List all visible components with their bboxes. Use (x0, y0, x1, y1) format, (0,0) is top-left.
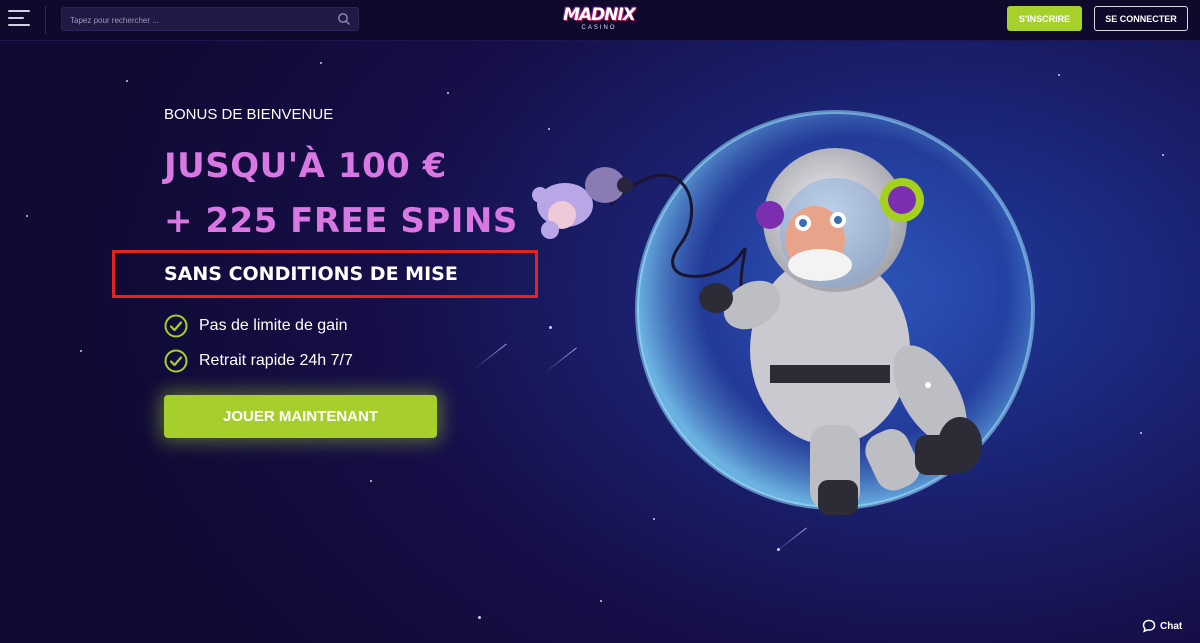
search-box (61, 7, 359, 32)
welcome-bonus-label: BONUS DE BIENVENUE (164, 106, 334, 123)
feature-label: Retrait rapide 24h 7/7 (199, 352, 353, 369)
bonus-amount-headline: JUSQU'À 100 € (164, 146, 447, 186)
play-now-button[interactable]: JOUER MAINTENANT (164, 395, 437, 438)
feature-label: Pas de limite de gain (199, 317, 348, 334)
chat-label: Chat (1160, 620, 1183, 632)
no-wager-label: SANS CONDITIONS DE MISE (164, 263, 458, 285)
check-circle-icon (164, 314, 188, 338)
feature-item: Pas de limite de gain (164, 313, 348, 339)
search-input[interactable] (68, 8, 332, 32)
site-logo[interactable]: MADNIX CASINO (560, 3, 638, 35)
logo-subtext: CASINO (581, 25, 617, 31)
teddy-bear-figure (532, 167, 633, 239)
chat-bubble-icon (1142, 619, 1156, 633)
logo-wordmark: MADNIX (563, 5, 636, 25)
search-icon[interactable] (337, 12, 351, 26)
top-navigation-bar: MADNIX CASINO S'INSCRIRE SE CONNECTER (0, 0, 1200, 41)
header-divider (45, 6, 46, 34)
login-button[interactable]: SE CONNECTER (1094, 6, 1188, 31)
astronaut-illustration (532, 110, 1035, 515)
feature-item: Retrait rapide 24h 7/7 (164, 348, 353, 374)
chat-widget[interactable]: Chat (1142, 619, 1182, 633)
signup-button[interactable]: S'INSCRIRE (1007, 6, 1082, 31)
check-circle-icon (164, 349, 188, 373)
free-spins-headline: + 225 FREE SPINS (164, 201, 518, 241)
hamburger-menu-icon[interactable] (8, 10, 32, 30)
